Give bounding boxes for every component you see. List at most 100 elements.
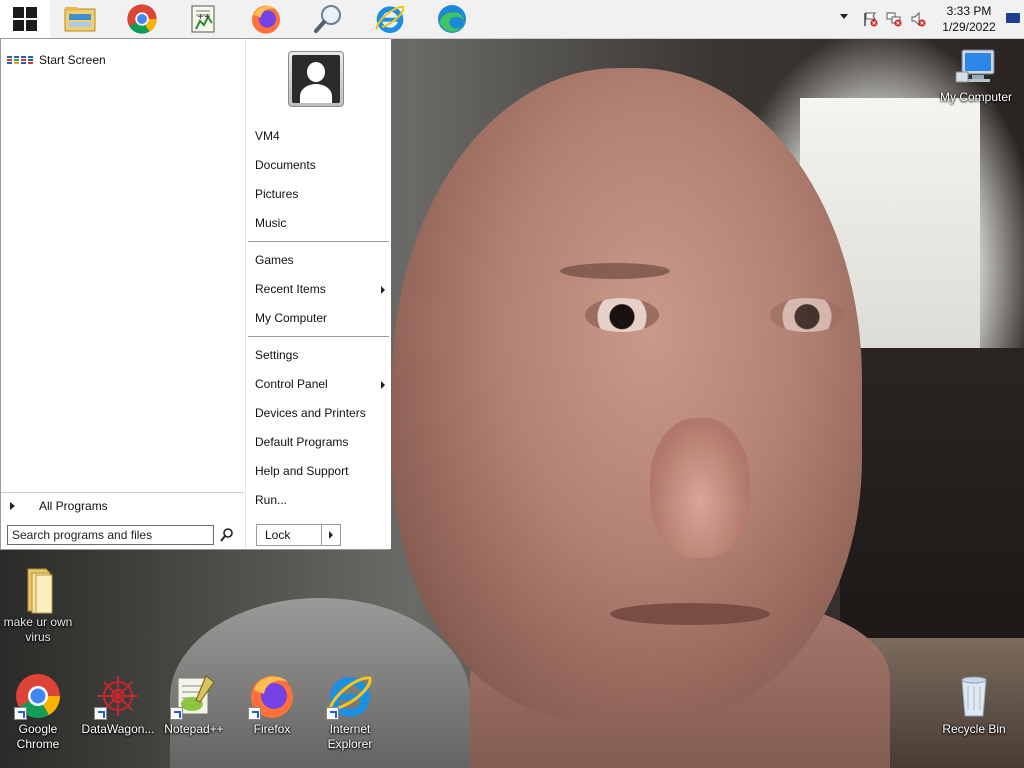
desktop-icon-label: Google Chrome — [16, 722, 60, 751]
triangle-right-icon — [10, 502, 15, 510]
desktop-icon-label: My Computer — [939, 90, 1013, 104]
show-hidden-icons-chevron-icon[interactable] — [840, 14, 848, 19]
desktop-icon-internet-explorer[interactable]: Internet Explorer — [312, 672, 388, 752]
menu-item-games[interactable]: Games — [255, 249, 385, 271]
desktop-icon-label: Recycle Bin — [942, 722, 1006, 736]
user-avatar[interactable] — [288, 51, 344, 107]
menu-separator — [248, 336, 389, 337]
datawagon-icon — [94, 672, 142, 720]
system-clock[interactable]: 3:33 PM 1/29/2022 — [930, 3, 1008, 35]
triangle-right-icon — [329, 531, 333, 539]
menu-item-label: Music — [255, 216, 287, 230]
taskbar-firefox[interactable] — [248, 3, 284, 35]
network-icon[interactable] — [886, 11, 902, 27]
menu-item-my-computer[interactable]: My Computer — [255, 307, 385, 329]
search-input[interactable]: Search programs and files — [7, 525, 214, 545]
menu-item-pictures[interactable]: Pictures — [255, 183, 385, 205]
start-screen-item[interactable]: Start Screen — [7, 53, 106, 67]
menu-item-label: My Computer — [255, 311, 328, 325]
shortcut-arrow-icon — [326, 707, 339, 720]
desktop-icon-firefox[interactable]: Firefox — [234, 672, 310, 737]
start-screen-label: Start Screen — [39, 53, 106, 67]
menu-item-documents[interactable]: Documents — [255, 154, 385, 176]
desktop-icon-label: DataWagon... — [81, 722, 155, 736]
desktop-icon-label: make ur own virus — [3, 615, 73, 644]
power-options-button[interactable] — [322, 524, 341, 546]
power-button-group: Lock — [256, 524, 341, 546]
desktop-icon-datawagon[interactable]: DataWagon... — [78, 672, 158, 737]
notepad-plus-plus-icon — [170, 672, 218, 720]
menu-item-control-panel[interactable]: Control Panel — [255, 373, 385, 395]
desktop-icon-notepad-plus-plus[interactable]: Notepad++ — [156, 672, 232, 737]
taskbar-microsoft-edge[interactable] — [434, 3, 470, 35]
wallpaper-eye — [585, 298, 659, 332]
start-screen-icon — [7, 56, 33, 64]
taskbar-file-explorer[interactable] — [62, 3, 98, 35]
taskbar-notepad-plus-plus[interactable]: ++ — [186, 3, 222, 35]
menu-item-recent-items[interactable]: Recent Items — [255, 278, 385, 300]
menu-item-label: Control Panel — [255, 377, 328, 391]
menu-item-label: Run... — [255, 493, 288, 507]
user-silhouette-icon — [292, 55, 340, 103]
all-programs-label: All Programs — [39, 499, 108, 513]
edge-icon — [438, 5, 466, 33]
firefox-icon — [252, 5, 280, 34]
menu-item-help-and-support[interactable]: Help and Support — [255, 460, 385, 482]
wallpaper-mouth — [610, 603, 770, 625]
menu-item-label: Pictures — [255, 187, 299, 201]
firefox-icon — [248, 672, 296, 720]
menu-item-label: Documents — [255, 158, 316, 172]
start-button[interactable] — [0, 0, 50, 38]
volume-muted-icon[interactable] — [910, 11, 926, 27]
menu-item-label: VM4 — [255, 129, 280, 143]
menu-item-music[interactable]: Music — [255, 212, 385, 234]
submenu-arrow-icon — [381, 286, 385, 294]
menu-item-run[interactable]: Run... — [255, 489, 385, 511]
menu-separator — [248, 241, 389, 242]
internet-explorer-icon — [326, 672, 374, 720]
menu-item-label: Help and Support — [255, 464, 349, 478]
taskbar-google-chrome[interactable] — [124, 3, 160, 35]
svg-text:++: ++ — [197, 12, 210, 21]
lock-button[interactable]: Lock — [256, 524, 322, 546]
menu-item-label: Recent Items — [255, 282, 326, 296]
wallpaper-eye — [770, 298, 844, 332]
desktop-icon-my-computer[interactable]: My Computer — [936, 48, 1016, 105]
taskbar: ++ 3:33 PM 1/29/2022 — [0, 0, 1024, 39]
menu-item-user[interactable]: VM4 — [255, 125, 385, 147]
shortcut-arrow-icon — [248, 707, 261, 720]
start-menu-programs-pane: Start Screen All Programs Search program… — [1, 39, 244, 549]
search-icon[interactable] — [219, 527, 235, 543]
shortcut-arrow-icon — [170, 707, 183, 720]
taskbar-search[interactable] — [310, 3, 346, 35]
start-menu-places-pane: VM4 Documents Pictures Music Games Recen… — [245, 39, 391, 549]
desktop-icon-recycle-bin[interactable]: Recycle Bin — [936, 672, 1012, 737]
internet-explorer-icon — [375, 5, 405, 33]
desktop-icon-label: Notepad++ — [164, 722, 224, 736]
shortcut-arrow-icon — [94, 707, 107, 720]
shortcut-arrow-icon — [14, 707, 27, 720]
start-menu: Start Screen All Programs Search program… — [0, 38, 391, 550]
notepad-plus-plus-icon: ++ — [191, 5, 215, 33]
recycle-bin-icon — [950, 672, 998, 720]
computer-monitor-icon — [954, 48, 998, 88]
menu-item-label: Devices and Printers — [255, 406, 366, 420]
menu-item-label: Default Programs — [255, 435, 349, 449]
submenu-arrow-icon — [381, 381, 385, 389]
all-programs-item[interactable]: All Programs — [1, 492, 244, 519]
menu-item-label: Settings — [255, 348, 299, 362]
wallpaper-brow — [560, 263, 670, 279]
windows-logo-icon — [13, 7, 37, 31]
desktop-icon-folder[interactable]: make ur own virus — [0, 565, 76, 645]
taskbar-internet-explorer[interactable] — [372, 3, 408, 35]
chrome-icon — [127, 4, 157, 34]
desktop-icon-label: Internet Explorer — [327, 722, 373, 751]
chrome-icon — [14, 672, 62, 720]
show-desktop-button[interactable] — [1006, 13, 1020, 23]
menu-item-settings[interactable]: Settings — [255, 344, 385, 366]
desktop-icon-google-chrome[interactable]: Google Chrome — [0, 672, 76, 752]
action-center-flag-icon[interactable] — [862, 11, 878, 27]
menu-item-devices-and-printers[interactable]: Devices and Printers — [255, 402, 385, 424]
menu-item-default-programs[interactable]: Default Programs — [255, 431, 385, 453]
menu-item-label: Games — [255, 253, 294, 267]
